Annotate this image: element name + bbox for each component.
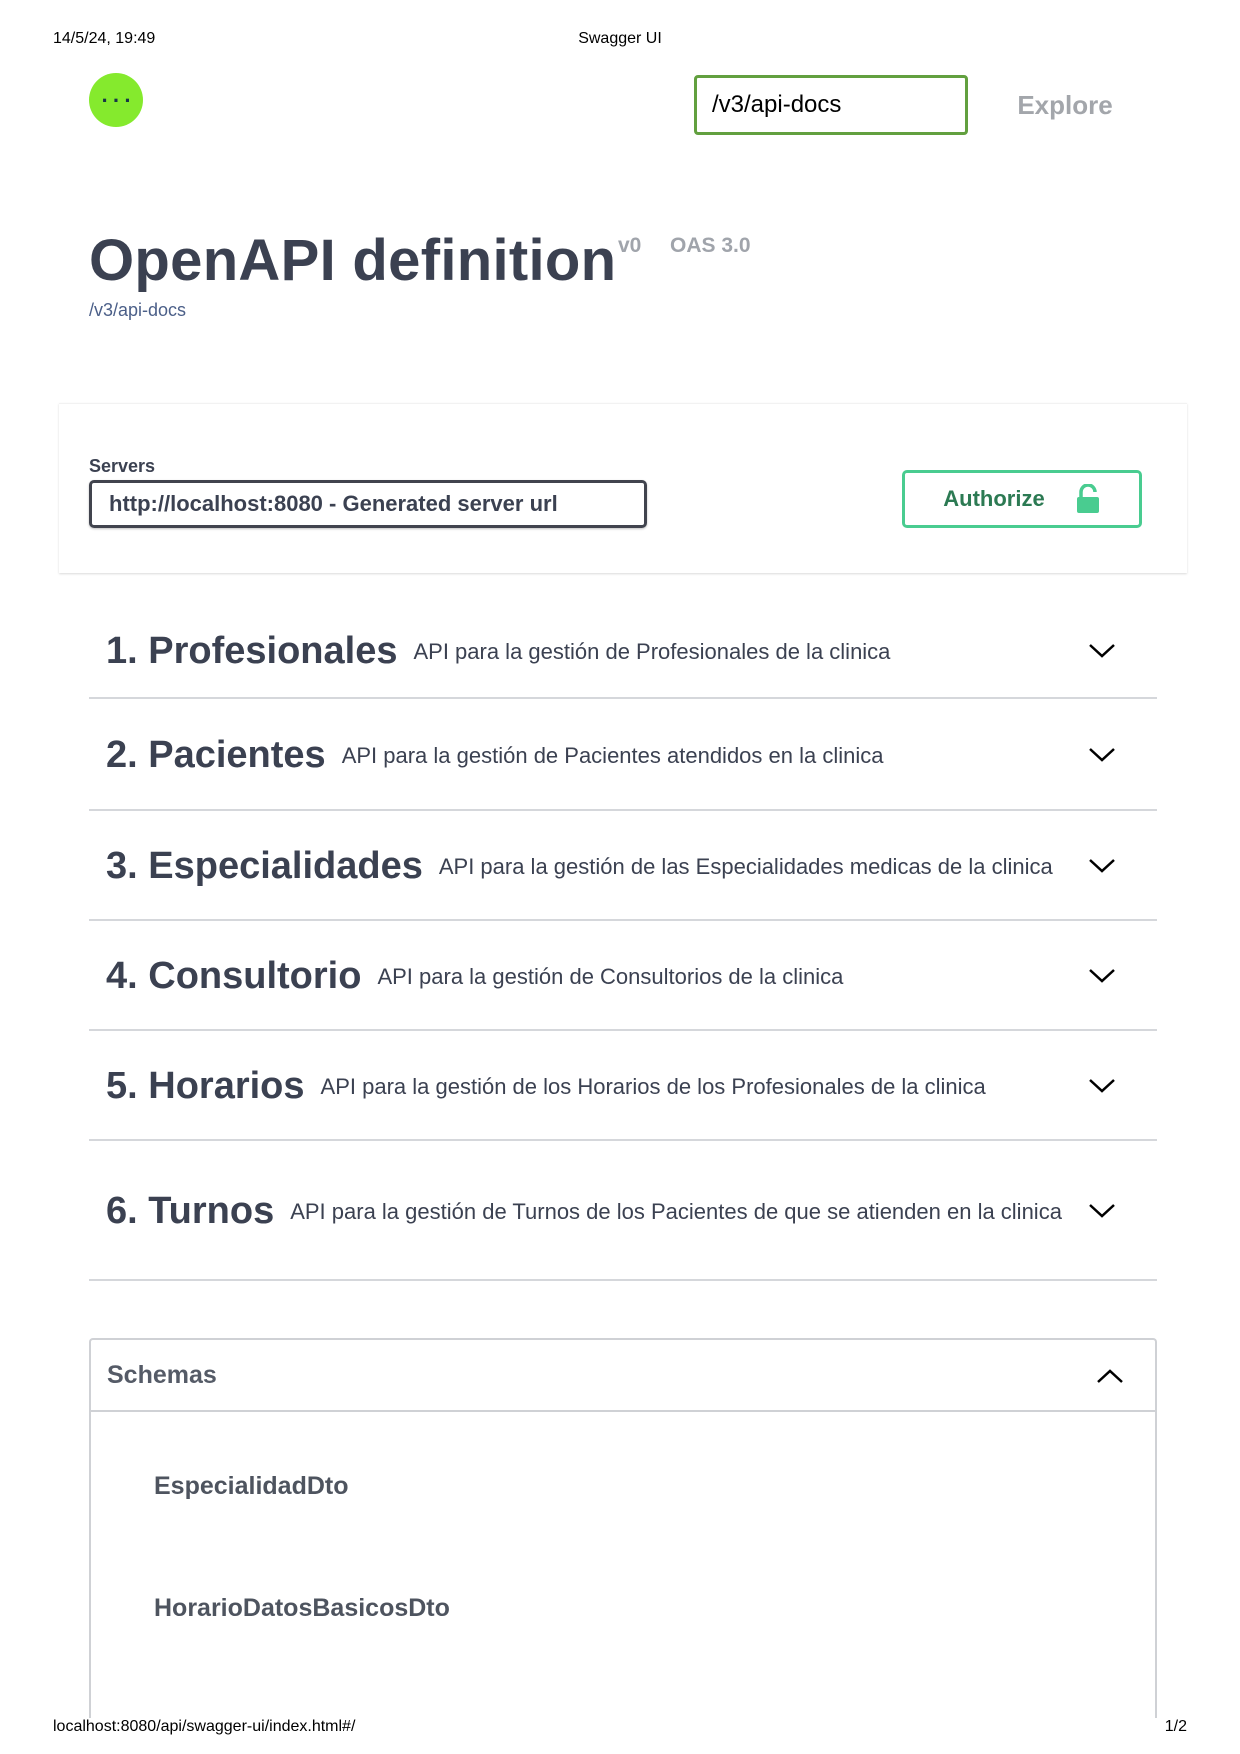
print-title: Swagger UI bbox=[578, 30, 662, 47]
unlocked-lock-icon bbox=[1076, 484, 1099, 513]
schemas-section: Schemas EspecialidadDto HorarioDatosBasi… bbox=[89, 1338, 1157, 1718]
chevron-down-icon[interactable] bbox=[1087, 1199, 1117, 1223]
print-footer: localhost:8080/api/swagger-ui/index.html… bbox=[53, 1718, 1187, 1738]
schema-item-horariodatosbasicosdto[interactable]: HorarioDatosBasicosDto bbox=[154, 1594, 450, 1623]
page-title: OpenAPI definition bbox=[89, 228, 617, 293]
tag-name: 1. Profesionales bbox=[106, 629, 398, 672]
spec-link[interactable]: /v3/api-docs bbox=[89, 300, 186, 321]
tag-description: API para la gestión de los Horarios de l… bbox=[320, 1073, 986, 1099]
spec-url-input[interactable]: /v3/api-docs bbox=[694, 75, 968, 135]
servers-select[interactable]: http://localhost:8080 - Generated server… bbox=[89, 480, 647, 528]
chevron-down-icon[interactable] bbox=[1087, 639, 1117, 663]
chevron-down-icon[interactable] bbox=[1087, 964, 1117, 988]
tag-section-pacientes[interactable]: 2. Pacientes API para la gestión de Paci… bbox=[89, 701, 1157, 811]
tag-description: API para la gestión de Pacientes atendid… bbox=[341, 742, 884, 768]
chevron-down-icon[interactable] bbox=[1087, 854, 1117, 878]
tag-name: 2. Pacientes bbox=[106, 733, 326, 776]
authorize-label: Authorize bbox=[943, 486, 1045, 511]
print-url: localhost:8080/api/swagger-ui/index.html… bbox=[53, 1718, 356, 1735]
schema-item-especialidaddto[interactable]: EspecialidadDto bbox=[154, 1472, 349, 1501]
tag-name: 3. Especialidades bbox=[106, 844, 423, 887]
authorize-button[interactable]: Authorize bbox=[902, 470, 1142, 528]
tag-section-profesionales[interactable]: 1. Profesionales API para la gestión de … bbox=[89, 605, 1157, 699]
tag-section-especialidades[interactable]: 3. Especialidades API para la gestión de… bbox=[89, 813, 1157, 921]
schemas-header[interactable]: Schemas bbox=[91, 1340, 1155, 1412]
oas-badge: OAS 3.0 bbox=[670, 234, 751, 257]
tag-section-turnos[interactable]: 6. Turnos API para la gestión de Turnos … bbox=[89, 1143, 1157, 1281]
tag-description: API para la gestión de Profesionales de … bbox=[413, 638, 891, 664]
braces-icon: {···} bbox=[98, 90, 134, 112]
scheme-container: Servers http://localhost:8080 - Generate… bbox=[59, 403, 1187, 573]
schemas-title: Schemas bbox=[107, 1360, 217, 1389]
tag-name: 4. Consultorio bbox=[106, 954, 362, 997]
tag-description: API para la gestión de Turnos de los Pac… bbox=[290, 1198, 1062, 1224]
explore-button[interactable]: Explore bbox=[1000, 82, 1130, 128]
chevron-down-icon[interactable] bbox=[1087, 1074, 1117, 1098]
tag-description: API para la gestión de las Especialidade… bbox=[438, 853, 1053, 879]
tag-description: API para la gestión de Consultorios de l… bbox=[377, 963, 844, 989]
tag-name: 5. Horarios bbox=[106, 1064, 305, 1107]
print-page-number: 1/2 bbox=[1164, 1718, 1187, 1735]
tag-name: 6. Turnos bbox=[106, 1189, 275, 1232]
version-badge: v0 bbox=[618, 234, 642, 257]
chevron-up-icon[interactable] bbox=[1095, 1364, 1125, 1388]
tag-section-horarios[interactable]: 5. Horarios API para la gestión de los H… bbox=[89, 1033, 1157, 1141]
print-header: 14/5/24, 19:49 Swagger UI bbox=[53, 30, 1187, 50]
tag-section-consultorio[interactable]: 4. Consultorio API para la gestión de Co… bbox=[89, 923, 1157, 1031]
chevron-down-icon[interactable] bbox=[1087, 743, 1117, 767]
swagger-logo-icon[interactable]: {···} bbox=[89, 73, 143, 127]
servers-label: Servers bbox=[89, 456, 156, 476]
svg-text:{···}: {···} bbox=[98, 90, 134, 112]
